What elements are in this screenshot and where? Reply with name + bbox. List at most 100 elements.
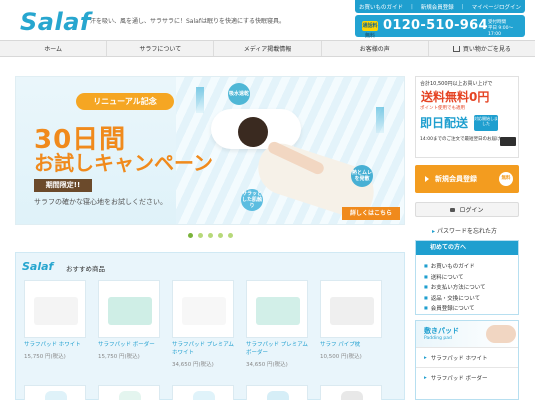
hero-banner[interactable]: 吸水速乾 サラッとした肌触り 熱とムレを発散 リニューアル記念 30日間 お試し… — [15, 76, 405, 225]
toplink-register[interactable]: 新規会員登録 — [421, 3, 454, 11]
carousel-dot[interactable] — [228, 233, 233, 238]
product-image[interactable] — [320, 280, 382, 338]
phone-hours: 受付時間 平日 9:00〜17:00 — [488, 20, 525, 38]
carousel-dot[interactable] — [188, 233, 193, 238]
recommended-products-section: Salaf おすすめ商品 サラフパッド ホワイト 15,750 円(税込) サラ… — [15, 252, 405, 400]
product-name[interactable]: サラフパッド プレミアム ホワイト — [172, 341, 234, 357]
arrow-right-icon — [425, 176, 429, 182]
free-dial-badge: 通話料無料 — [362, 21, 378, 39]
separator: | — [410, 3, 413, 10]
guide-link-payment[interactable]: お支払い方法について — [424, 282, 518, 293]
pad-link-label: サラフパッド ホワイト — [430, 355, 488, 362]
product-image[interactable] — [98, 280, 160, 338]
nav-voice[interactable]: お客様の声 — [322, 41, 429, 56]
cart-icon — [452, 45, 460, 52]
product-price: 34,650 円(税込) — [246, 362, 288, 368]
product-thumbnail — [108, 297, 152, 325]
nav-label: お客様の声 — [359, 46, 390, 53]
carousel-dot[interactable] — [218, 233, 223, 238]
product-name[interactable]: サラフパッド ボーダー — [98, 341, 160, 349]
main-nav: ホーム サラフについて メディア掲載情報 お客様の声 買い物かごを見る — [0, 40, 535, 57]
product-image[interactable] — [24, 385, 86, 400]
first-time-guide-box: 初めての方へ お買いものガイド 送料について お支払い方法について 返品・交換に… — [415, 240, 519, 315]
product-image[interactable] — [246, 280, 308, 338]
header: Salaf 汗を吸い、風を通し、サラサラに！Salafは眠りを快適にする快眠寝具… — [0, 0, 535, 40]
product-list: サラフパッド ホワイト 15,750 円(税込) サラフパッド ボーダー 15,… — [24, 280, 382, 368]
guide-link-shipping[interactable]: 送料について — [424, 272, 518, 283]
guide-list: お買いものガイド 送料について お支払い方法について 返品・交換について 会員登… — [416, 255, 518, 314]
limited-time-badge: 期間限定!! — [34, 179, 92, 192]
product-thumbnail — [330, 297, 374, 325]
pad-category-image — [486, 325, 516, 343]
feature-bubble-quickdry: 吸水速乾 — [228, 83, 250, 105]
details-button[interactable]: 詳しくはこちら — [342, 207, 400, 220]
nav-home[interactable]: ホーム — [0, 41, 108, 56]
forgot-password-link[interactable]: ▸ パスワードを忘れた方 — [432, 226, 497, 235]
nav-label: ホーム — [44, 46, 63, 53]
register-button[interactable]: 新規会員登録 無料 — [415, 165, 519, 193]
pad-category-box: 敷きパッド Padding pad ▸ サラフパッド ホワイト ▸ サラフパッド ボ… — [415, 320, 519, 400]
hero-headline-campaign: お試しキャンペーン — [34, 151, 213, 175]
nav-media[interactable]: メディア掲載情報 — [214, 41, 322, 56]
guide-link-membership[interactable]: 会員登録について — [424, 303, 518, 314]
started-badge: 対応開始しました — [474, 115, 498, 131]
product-thumbnail — [182, 297, 226, 325]
phone-number: 0120-510-964 — [383, 18, 488, 33]
product-image[interactable] — [246, 385, 308, 400]
guide-link-shopping[interactable]: お買いものガイド — [424, 261, 518, 272]
nav-cart[interactable]: 買い物かごを見る — [429, 41, 535, 56]
site-logo[interactable]: Salaf — [20, 8, 91, 36]
pad-link-label: サラフパッド ボーダー — [430, 375, 488, 382]
shipping-promo-banner[interactable]: 合計10,500円以上お買い上げで 送料無料0円 ポイント使用でも適用 即日配送… — [415, 76, 519, 158]
free-badge: 無料 — [499, 172, 513, 186]
product-price: 34,650 円(税込) — [172, 362, 214, 368]
login-button[interactable]: ログイン — [415, 202, 519, 217]
product-name[interactable]: サラフパッド プレミアム ボーダー — [246, 341, 308, 357]
pad-category-header[interactable]: 敷きパッド Padding pad — [416, 321, 518, 347]
product-list-row2 — [24, 385, 382, 400]
phone-hours-value: 平日 9:00〜17:00 — [488, 26, 514, 37]
product-card[interactable]: サラフパッド プレミアム ホワイト 34,650 円(税込) — [172, 280, 234, 368]
product-name[interactable]: サラフパッド ホワイト — [24, 341, 86, 349]
product-card[interactable]: サラフパッド ボーダー 15,750 円(税込) — [98, 280, 160, 368]
carousel-dots — [188, 233, 233, 238]
section-logo: Salaf — [22, 260, 54, 273]
guide-link-returns[interactable]: 返品・交換について — [424, 293, 518, 304]
pad-category-subtitle: Padding pad — [424, 336, 452, 341]
product-image[interactable] — [320, 385, 382, 400]
product-image[interactable] — [172, 280, 234, 338]
product-image[interactable] — [98, 385, 160, 400]
promo-point-note: ポイント使用でも適用 — [420, 106, 465, 111]
section-title: おすすめ商品 — [66, 265, 105, 273]
hero-description: サラフの確かな寝心地をお試しください。 — [34, 198, 167, 206]
product-card[interactable]: サラフパッド プレミアム ボーダー 34,650 円(税込) — [246, 280, 308, 368]
airflow-arrow-icon — [196, 87, 204, 113]
nav-about[interactable]: サラフについて — [107, 41, 215, 56]
pad-link-border[interactable]: ▸ サラフパッド ボーダー — [416, 367, 518, 387]
carousel-dot[interactable] — [208, 233, 213, 238]
product-name[interactable]: サラフ パイプ枕 — [320, 341, 382, 349]
product-thumbnail — [119, 391, 141, 400]
product-thumbnail — [256, 297, 300, 325]
product-card[interactable]: サラフ パイプ枕 10,500 円(税込) — [320, 280, 382, 368]
product-image[interactable] — [24, 280, 86, 338]
feature-bubble-smooth: サラッとした肌触り — [241, 189, 263, 211]
product-thumbnail — [45, 391, 67, 400]
airflow-arrow-icon — [376, 107, 384, 133]
product-thumbnail — [34, 297, 78, 325]
product-thumbnail — [267, 391, 289, 400]
promo-deadline-note: 14:00までのご注文で最短翌日のお届け — [420, 137, 501, 142]
phone-banner: 通話料無料 0120-510-964 受付時間 平日 9:00〜17:00 — [355, 15, 525, 39]
toplink-mypage-login[interactable]: マイページログイン — [472, 3, 521, 11]
nav-label: メディア掲載情報 — [243, 46, 292, 53]
pad-link-white[interactable]: ▸ サラフパッド ホワイト — [416, 347, 518, 367]
product-thumbnail — [193, 391, 215, 400]
toplink-guide[interactable]: お買いものガイド — [359, 3, 403, 11]
chevron-right-icon: ▸ — [432, 228, 436, 235]
product-thumbnail — [341, 391, 363, 400]
chevron-right-icon: ▸ — [424, 374, 427, 381]
carousel-dot[interactable] — [198, 233, 203, 238]
product-card[interactable]: サラフパッド ホワイト 15,750 円(税込) — [24, 280, 86, 368]
pad-category-title: 敷きパッド — [424, 327, 459, 335]
product-image[interactable] — [172, 385, 234, 400]
